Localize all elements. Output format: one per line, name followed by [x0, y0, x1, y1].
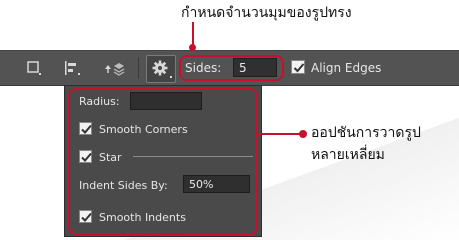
- sides-input[interactable]: 5: [233, 58, 277, 77]
- gear-button[interactable]: [146, 55, 176, 83]
- options-annotation-line2: หลายเหลี่ยม: [311, 147, 385, 163]
- star-checkbox[interactable]: [79, 150, 92, 163]
- options-annotation-line: [258, 133, 302, 135]
- smooth-corners-checkbox[interactable]: [79, 122, 92, 135]
- sides-label: Sides:: [185, 61, 222, 75]
- star-label: Star: [99, 151, 122, 164]
- options-annotation: ออปชันการวาดรูป หลายเหลี่ยม: [311, 122, 421, 166]
- gear-icon: [152, 60, 172, 78]
- smooth-indents-checkbox[interactable]: [79, 210, 92, 223]
- align-edges-checkbox[interactable]: [291, 60, 305, 74]
- star-section-divider: [133, 156, 253, 157]
- indent-sides-input[interactable]: 50%: [183, 175, 250, 193]
- radius-input[interactable]: [130, 92, 202, 110]
- smooth-indents-label: Smooth Indents: [99, 211, 186, 224]
- sides-annotation: กำหนดจำนวนมุมของรูปทรง: [181, 5, 352, 21]
- options-toolbar: Sides: 5 Align Edges: [0, 50, 459, 86]
- toolbar-divider: [138, 57, 139, 79]
- options-annotation-line1: ออปชันการวาดรูป: [311, 125, 421, 141]
- arrange-icon[interactable]: [102, 60, 126, 76]
- indent-sides-label: Indent Sides By:: [79, 179, 168, 192]
- options-annotation-dot: [299, 130, 307, 138]
- sides-annotation-dot: [189, 44, 196, 51]
- smooth-corners-label: Smooth Corners: [99, 123, 188, 136]
- align-edges-label: Align Edges: [311, 61, 382, 75]
- radius-label: Radius:: [79, 95, 120, 108]
- rectangle-icon[interactable]: [26, 60, 42, 76]
- align-icon[interactable]: [64, 60, 80, 76]
